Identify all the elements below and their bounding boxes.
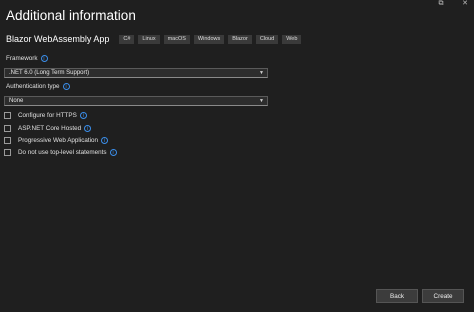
template-header: Blazor WebAssembly App C# Linux macOS Wi… bbox=[6, 34, 302, 44]
framework-label-row: Framework i bbox=[6, 55, 48, 62]
info-icon[interactable]: i bbox=[62, 83, 70, 90]
top-level-statements-option[interactable]: Do not use top-level statements i bbox=[4, 149, 117, 156]
window-controls: ⧉ ✕ bbox=[436, 0, 470, 8]
page-title: Additional information bbox=[6, 8, 136, 23]
progressive-web-app-checkbox[interactable] bbox=[4, 137, 11, 144]
restore-icon[interactable]: ⧉ bbox=[436, 0, 446, 8]
top-level-statements-checkbox[interactable] bbox=[4, 149, 11, 156]
top-level-statements-label[interactable]: Do not use top-level statements bbox=[18, 149, 107, 156]
framework-dropdown[interactable]: .NET 6.0 (Long Term Support) ▼ bbox=[4, 68, 268, 78]
tag-linux: Linux bbox=[138, 34, 160, 44]
info-icon[interactable]: i bbox=[79, 112, 87, 119]
tag-blazor: Blazor bbox=[228, 34, 252, 44]
authentication-dropdown[interactable]: None ▼ bbox=[4, 96, 268, 106]
framework-label: Framework bbox=[6, 55, 38, 62]
back-button[interactable]: Back bbox=[376, 289, 418, 303]
configure-https-label[interactable]: Configure for HTTPS bbox=[18, 112, 77, 119]
aspnet-core-hosted-option[interactable]: ASP.NET Core Hosted i bbox=[4, 125, 92, 132]
configure-https-option[interactable]: Configure for HTTPS i bbox=[4, 112, 87, 119]
tag-windows: Windows bbox=[193, 34, 225, 44]
info-icon[interactable]: i bbox=[40, 55, 48, 62]
configure-https-checkbox[interactable] bbox=[4, 112, 11, 119]
tag-macos: macOS bbox=[163, 34, 190, 44]
chevron-down-icon: ▼ bbox=[259, 70, 264, 76]
info-icon[interactable]: i bbox=[84, 125, 92, 132]
info-icon[interactable]: i bbox=[109, 149, 117, 156]
info-icon[interactable]: i bbox=[101, 137, 109, 144]
create-button[interactable]: Create bbox=[422, 289, 464, 303]
progressive-web-app-option[interactable]: Progressive Web Application i bbox=[4, 137, 109, 144]
tag-cloud: Cloud bbox=[255, 34, 279, 44]
close-icon[interactable]: ✕ bbox=[460, 0, 470, 8]
tag-csharp: C# bbox=[119, 34, 135, 44]
tag-web: Web bbox=[282, 34, 302, 44]
chevron-down-icon: ▼ bbox=[259, 98, 264, 104]
authentication-label-row: Authentication type i bbox=[6, 83, 70, 90]
progressive-web-app-label[interactable]: Progressive Web Application bbox=[18, 137, 98, 144]
authentication-value: None bbox=[9, 98, 24, 104]
authentication-label: Authentication type bbox=[6, 83, 60, 90]
template-name: Blazor WebAssembly App bbox=[6, 34, 110, 44]
framework-value: .NET 6.0 (Long Term Support) bbox=[9, 70, 90, 76]
template-tags: C# Linux macOS Windows Blazor Cloud Web bbox=[119, 34, 302, 44]
aspnet-core-hosted-checkbox[interactable] bbox=[4, 125, 11, 132]
aspnet-core-hosted-label[interactable]: ASP.NET Core Hosted bbox=[18, 125, 81, 132]
